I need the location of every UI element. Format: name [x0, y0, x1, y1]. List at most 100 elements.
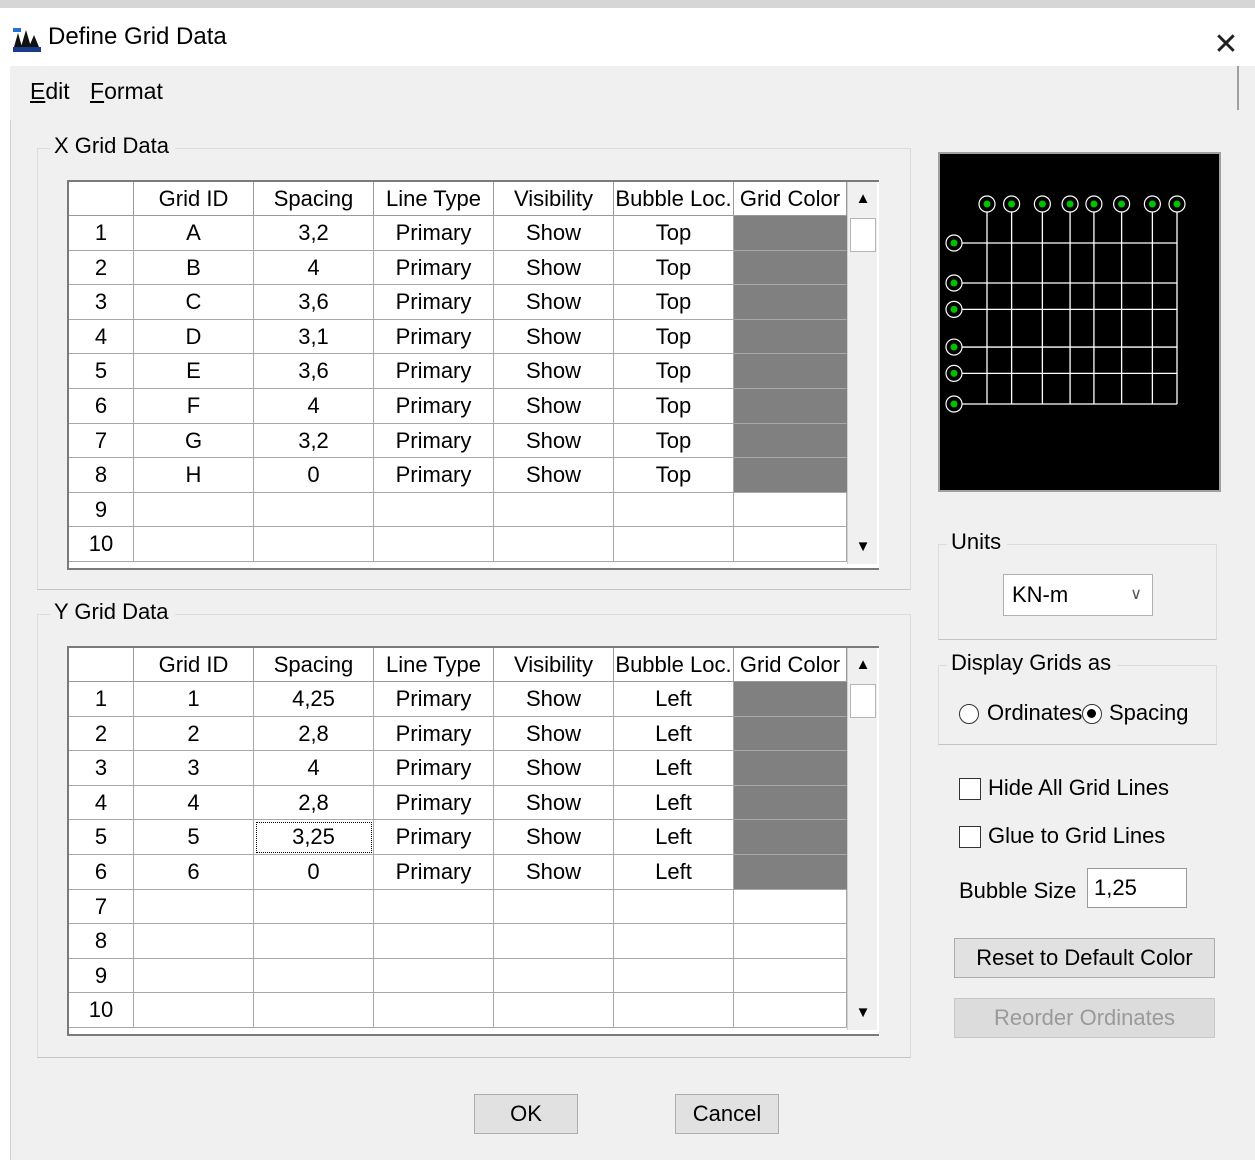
x-grid-cell[interactable] — [494, 492, 614, 528]
y-grid-row-number[interactable]: 4 — [69, 785, 134, 821]
x-grid-cell[interactable] — [494, 527, 614, 562]
y-grid-grid-color-cell[interactable] — [734, 820, 847, 855]
y-grid-grid-color-cell[interactable] — [734, 958, 847, 994]
y-grid-cell[interactable]: Primary — [374, 716, 494, 752]
y-grid-cell[interactable] — [374, 993, 494, 1028]
x-grid-cell[interactable] — [374, 492, 494, 528]
x-grid-cell[interactable]: C — [134, 285, 254, 320]
x-grid-grid-color-cell[interactable] — [734, 492, 847, 528]
y-grid-cell[interactable] — [494, 889, 614, 925]
y-grid-cell[interactable]: Show — [494, 785, 614, 821]
x-grid-row-number[interactable]: 2 — [69, 250, 134, 286]
y-grid-scrollbar[interactable]: ▲ ▼ — [847, 648, 877, 1030]
y-grid-cell[interactable]: Primary — [374, 855, 494, 890]
y-grid-cell[interactable]: 4 — [254, 751, 374, 786]
x-grid-cell[interactable]: Top — [614, 458, 734, 493]
x-grid-row-number[interactable]: 1 — [69, 216, 134, 251]
y-grid-row-number[interactable]: 9 — [69, 958, 134, 994]
x-grid-cell[interactable]: 4 — [254, 250, 374, 286]
x-grid-grid-color-cell[interactable] — [734, 216, 847, 251]
y-grid-cell[interactable]: 3 — [134, 751, 254, 786]
y-grid-cell[interactable] — [494, 958, 614, 994]
y-grid-cell[interactable]: Show — [494, 820, 614, 855]
y-grid-cell[interactable] — [134, 993, 254, 1028]
x-grid-cell[interactable] — [134, 527, 254, 562]
x-grid-grid-color-cell[interactable] — [734, 250, 847, 286]
x-grid-cell[interactable]: Show — [494, 423, 614, 459]
y-grid-grid-color-cell[interactable] — [734, 889, 847, 925]
x-grid-cell[interactable]: Primary — [374, 458, 494, 493]
reorder-ordinates-button[interactable]: Reorder Ordinates — [954, 998, 1215, 1038]
y-grid-cell[interactable]: Show — [494, 682, 614, 717]
y-grid-cell[interactable] — [134, 958, 254, 994]
y-grid-cell[interactable]: Left — [614, 751, 734, 786]
x-grid-cell[interactable]: Top — [614, 423, 734, 459]
y-grid-grid-color-cell[interactable] — [734, 855, 847, 890]
y-grid-cell[interactable]: 3,25 — [254, 820, 374, 855]
x-grid-table[interactable]: Grid ID Spacing Line Type Visibility Bubble … — [67, 180, 879, 570]
y-grid-cell[interactable]: Show — [494, 855, 614, 890]
x-grid-cell[interactable]: Top — [614, 216, 734, 251]
x-grid-cell[interactable]: Show — [494, 285, 614, 320]
x-grid-row-number[interactable]: 3 — [69, 285, 134, 320]
y-grid-cell[interactable]: Primary — [374, 682, 494, 717]
y-grid-cell[interactable] — [254, 889, 374, 925]
y-grid-cell[interactable] — [374, 924, 494, 959]
x-grid-cell[interactable]: Show — [494, 319, 614, 355]
y-grid-table[interactable]: Grid ID Spacing Line Type Visibility Bubble … — [67, 646, 879, 1036]
x-grid-row-number[interactable]: 5 — [69, 354, 134, 389]
menu-format[interactable]: Format — [90, 78, 163, 105]
y-grid-cell[interactable]: 0 — [254, 855, 374, 890]
x-grid-row-number[interactable]: 6 — [69, 389, 134, 424]
x-grid-cell[interactable] — [254, 527, 374, 562]
y-grid-cell[interactable]: Left — [614, 855, 734, 890]
x-grid-row-number[interactable]: 8 — [69, 458, 134, 493]
y-grid-cell[interactable]: 4 — [134, 785, 254, 821]
bubble-size-input[interactable]: 1,25 — [1087, 868, 1187, 908]
y-grid-cell[interactable] — [614, 958, 734, 994]
x-grid-row-number[interactable]: 9 — [69, 492, 134, 528]
x-grid-cell[interactable]: Show — [494, 250, 614, 286]
y-grid-cell[interactable] — [614, 993, 734, 1028]
y-grid-row-number[interactable]: 8 — [69, 924, 134, 959]
x-grid-cell[interactable]: Show — [494, 458, 614, 493]
scroll-thumb[interactable] — [850, 684, 876, 718]
x-grid-cell[interactable]: Show — [494, 216, 614, 251]
y-grid-grid-color-cell[interactable] — [734, 785, 847, 821]
x-grid-row-number[interactable]: 10 — [69, 527, 134, 562]
x-grid-cell[interactable] — [134, 492, 254, 528]
x-grid-grid-color-cell[interactable] — [734, 354, 847, 389]
y-grid-cell[interactable]: 4,25 — [254, 682, 374, 717]
x-grid-cell[interactable]: Primary — [374, 389, 494, 424]
scroll-down-icon[interactable]: ▼ — [848, 996, 878, 1030]
x-grid-cell[interactable]: Primary — [374, 250, 494, 286]
x-grid-grid-color-cell[interactable] — [734, 458, 847, 493]
y-grid-cell[interactable]: Primary — [374, 820, 494, 855]
y-grid-grid-color-cell[interactable] — [734, 993, 847, 1028]
y-grid-cell[interactable]: Left — [614, 682, 734, 717]
y-grid-row-number[interactable]: 7 — [69, 889, 134, 925]
x-grid-cell[interactable]: E — [134, 354, 254, 389]
y-grid-cell[interactable] — [614, 889, 734, 925]
x-grid-cell[interactable] — [614, 527, 734, 562]
y-grid-cell[interactable]: 2,8 — [254, 785, 374, 821]
x-grid-cell[interactable] — [254, 492, 374, 528]
y-grid-row-number[interactable]: 1 — [69, 682, 134, 717]
scroll-thumb[interactable] — [850, 218, 876, 252]
units-select[interactable]: KN-m ∨ — [1003, 574, 1153, 616]
y-grid-grid-color-cell[interactable] — [734, 682, 847, 717]
reset-default-color-button[interactable]: Reset to Default Color — [954, 938, 1215, 978]
y-grid-row-number[interactable]: 2 — [69, 716, 134, 752]
y-grid-cell[interactable]: 6 — [134, 855, 254, 890]
x-grid-cell[interactable]: 4 — [254, 389, 374, 424]
y-grid-cell[interactable] — [614, 924, 734, 959]
menu-edit[interactable]: Edit — [30, 78, 70, 105]
x-grid-cell[interactable]: Top — [614, 250, 734, 286]
x-grid-cell[interactable]: Primary — [374, 423, 494, 459]
x-grid-row-number[interactable]: 4 — [69, 319, 134, 355]
glue-to-grid-lines-checkbox[interactable] — [959, 826, 981, 848]
y-grid-cell[interactable] — [494, 924, 614, 959]
y-grid-cell[interactable] — [134, 889, 254, 925]
y-grid-cell[interactable]: Primary — [374, 785, 494, 821]
y-grid-cell[interactable]: Left — [614, 820, 734, 855]
